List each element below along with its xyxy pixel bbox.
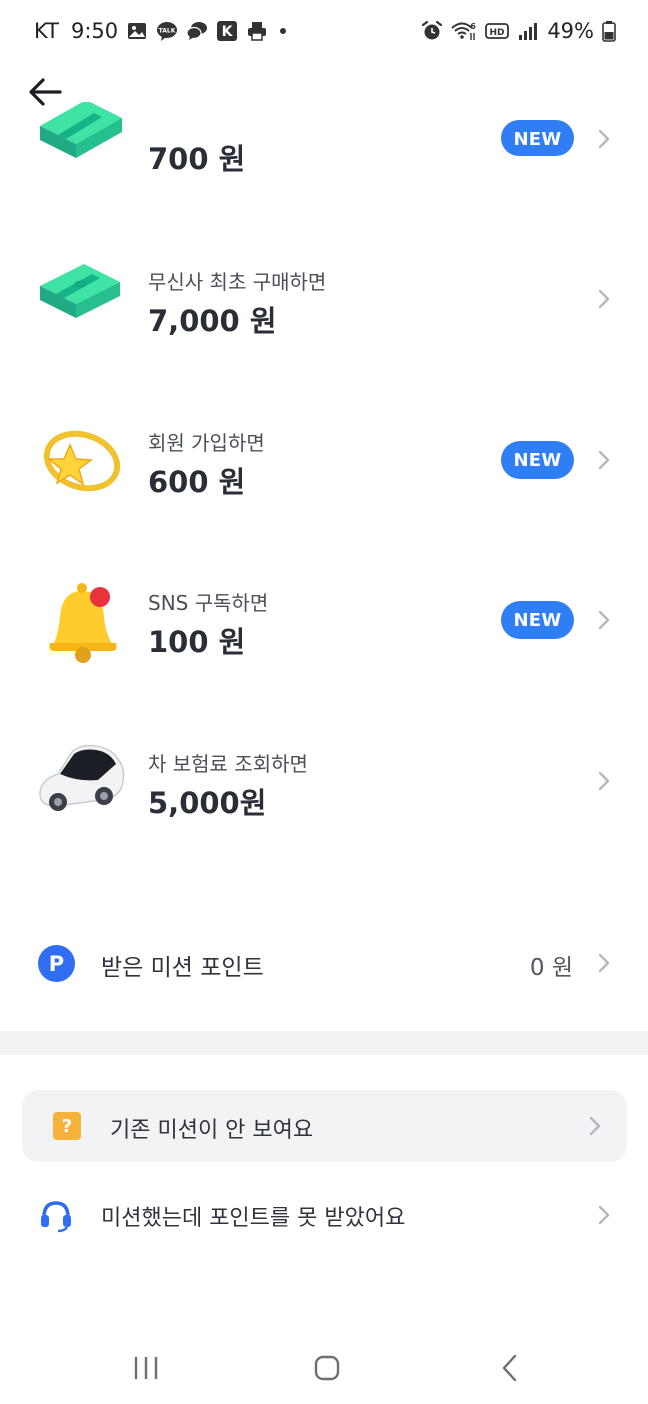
headset-icon [41, 1201, 71, 1233]
mission-item-signup-700[interactable]: 700 원 NEW [0, 92, 648, 212]
chevron-right-icon [598, 289, 610, 309]
system-nav-bar [0, 1330, 648, 1404]
gallery-icon [128, 23, 147, 39]
talk-label: TALK [159, 28, 176, 35]
mission-amount: 7,000 원 [148, 304, 277, 338]
new-badge: NEW [501, 441, 574, 479]
status-bar: KT 9:50 TALK K 6 HD 49% [0, 0, 648, 62]
system-back-button[interactable] [480, 1348, 540, 1388]
battery-percent: 49% [547, 19, 594, 43]
notification-dot [280, 28, 287, 34]
help-no-points-label: 미션했는데 포인트를 못 받았어요 [101, 1206, 406, 1231]
hd-voice-icon: HD [485, 23, 510, 39]
bell-icon [49, 583, 117, 663]
chevron-right-icon [598, 610, 610, 630]
mission-title: SNS 구독하면 [148, 591, 269, 615]
chevron-right-icon [598, 953, 610, 973]
signal-icon [519, 23, 538, 40]
recent-apps-icon [134, 1357, 158, 1379]
mission-amount: 100 원 [148, 625, 246, 659]
money-stack-icon [40, 102, 122, 158]
home-icon [314, 1355, 340, 1381]
question-icon: ? [53, 1112, 81, 1140]
mission-title: 회원 가입하면 [148, 431, 265, 455]
status-right: 6 HD 49% [421, 17, 616, 45]
k-app-icon: K [217, 21, 238, 41]
chevron-right-icon [598, 129, 610, 149]
clock-time: 9:50 [70, 19, 119, 43]
status-left: KT 9:50 TALK K [34, 17, 287, 45]
chevron-right-icon [598, 1205, 610, 1225]
hd-label: HD [490, 28, 505, 38]
home-button[interactable] [297, 1348, 357, 1388]
mission-title: 차 보험료 조회하면 [148, 752, 308, 776]
mission-item-musinsa[interactable]: 무신사 최초 구매하면 7,000 원 [0, 238, 648, 358]
carrier-label: KT [34, 19, 59, 43]
help-missing-mission[interactable]: ? 기존 미션이 안 보여요 [22, 1090, 627, 1162]
money-stack-icon [40, 264, 120, 318]
mission-item-sns[interactable]: SNS 구독하면 100 원 NEW [0, 559, 648, 679]
back-nav-icon [502, 1354, 517, 1382]
new-badge: NEW [501, 120, 574, 156]
section-divider [0, 1031, 648, 1055]
points-label: 받은 미션 포인트 [101, 955, 264, 981]
star-ring-icon [43, 430, 121, 492]
mission-item-car-insurance[interactable]: 차 보험료 조회하면 5,000원 [0, 720, 648, 840]
printer-icon [248, 22, 267, 41]
received-points-row[interactable]: P 받은 미션 포인트 0 원 [0, 928, 648, 998]
alarm-icon [422, 20, 443, 40]
mission-item-signup[interactable]: 회원 가입하면 600 원 NEW [0, 399, 648, 519]
chevron-right-icon [598, 450, 610, 470]
chevron-right-icon [589, 1116, 601, 1136]
k-label: K [222, 24, 234, 40]
chevron-right-icon [598, 771, 610, 791]
mission-amount: 600 원 [148, 465, 246, 499]
kakaotalk-icon: TALK [157, 22, 178, 41]
help-missing-mission-label: 기존 미션이 안 보여요 [110, 1118, 314, 1143]
points-icon: P [38, 945, 75, 982]
help-no-points[interactable]: 미션했는데 포인트를 못 받았어요 [0, 1180, 648, 1250]
car-icon [39, 744, 125, 811]
wifi-label: 6 [471, 22, 477, 31]
mission-amount: 700 원 [148, 142, 246, 176]
points-value: 0 원 [529, 955, 573, 981]
battery-icon [602, 21, 616, 42]
new-badge: NEW [501, 601, 574, 639]
chat-bubble-icon [186, 22, 208, 40]
mission-amount: 5,000원 [148, 786, 267, 820]
wifi-icon: 6 [451, 22, 477, 40]
recent-apps-button[interactable] [116, 1348, 176, 1388]
mission-title: 무신사 최초 구매하면 [148, 270, 327, 294]
